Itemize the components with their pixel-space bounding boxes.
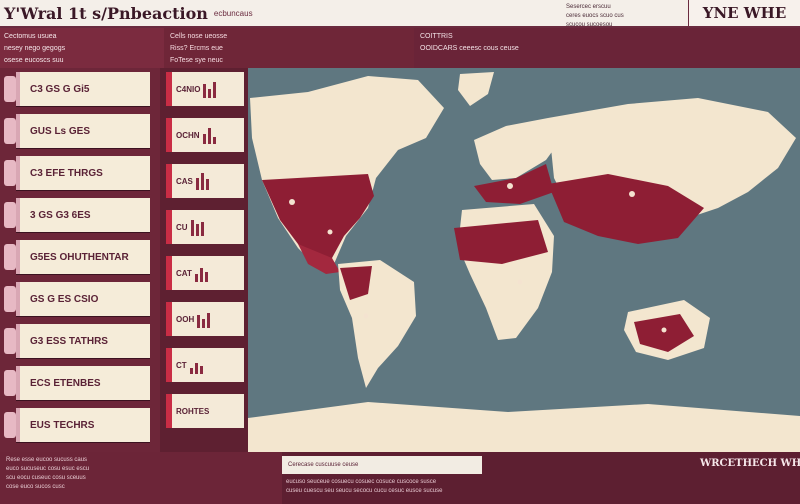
list-item[interactable]: EUS TECHRS xyxy=(4,408,150,442)
header-meta-line: ceres euocs scuo cus xyxy=(566,13,624,19)
band-line: COITTRIS xyxy=(420,33,453,40)
list-item-label: GS G ES CSIO xyxy=(30,293,99,305)
list-item-label: GUS Ls GES xyxy=(30,125,91,137)
footer-notes: Rese esse eucoo sucuss caus euco sucuseu… xyxy=(0,452,282,504)
mini-bar-icon xyxy=(197,310,211,328)
list-item-tab xyxy=(4,244,16,270)
stat-card[interactable]: CT xyxy=(166,348,244,382)
band-line: FoTese sye neuc xyxy=(170,57,223,64)
map-marker xyxy=(327,229,333,235)
map-marker xyxy=(289,199,295,205)
mini-bar-icon xyxy=(195,172,209,190)
footer-brand[interactable]: WRCETHECH WHE xyxy=(700,458,800,474)
footer-line: cose euco sucos cusc xyxy=(6,484,65,490)
list-item[interactable]: 3 GS G3 6ES xyxy=(4,198,150,232)
list-item-tab xyxy=(4,328,16,354)
list-item-label: 3 GS G3 6ES xyxy=(30,209,91,221)
stat-card-label: CAS xyxy=(176,176,193,186)
map-marker xyxy=(517,279,523,285)
list-item-tab xyxy=(4,370,16,396)
stat-card[interactable]: CAT xyxy=(166,256,244,290)
left-listing-panel: C3 GS G Gi5 GUS Ls GES C3 EFE THRGS 3 GS… xyxy=(0,68,160,452)
header-meta-line: Sesercec erscuu xyxy=(566,4,611,10)
app-title: Y'Wral 1t s/Pnbeaction xyxy=(4,3,208,23)
list-item-label: G5ES OHUTHENTAR xyxy=(30,251,129,263)
band-line: nesey nego gegogs xyxy=(4,45,66,52)
continent-europe xyxy=(474,118,562,180)
map-marker xyxy=(661,327,667,333)
list-item-label: ECS ETENBES xyxy=(30,377,101,389)
stat-card-label: C4NIO xyxy=(176,84,201,94)
footer-bar: Rese esse eucoo sucuss caus euco sucuseu… xyxy=(0,452,800,504)
stat-card[interactable]: OCHN xyxy=(166,118,244,152)
title-bar: Y'Wral 1t s/Pnbeaction ecbuncaus Seserce… xyxy=(0,0,800,28)
mini-bar-icon xyxy=(194,264,208,282)
list-item-label: EUS TECHRS xyxy=(30,419,95,431)
stat-card-label: CT xyxy=(176,360,187,370)
list-item[interactable]: C3 GS G Gi5 xyxy=(4,72,150,106)
band-line: Riss? Ercms eue xyxy=(170,45,223,52)
mid-listing-panel: C4NIO OCHN CAS CU CAT OOH CT ROHTES xyxy=(160,68,248,452)
list-item-label: G3 ESS TATHRS xyxy=(30,335,108,347)
band-line: osese eucoscs suu xyxy=(4,57,64,64)
footer-line: euco sucuseuc cosu esuc escu xyxy=(6,466,90,472)
footer-line: cuseu cuescu seu seucu secocu cucu cesuc… xyxy=(286,488,443,494)
list-item[interactable]: G3 ESS TATHRS xyxy=(4,324,150,358)
left-header-band: Cectomus usuea nesey nego gegogs osese e… xyxy=(0,28,164,68)
mini-bar-icon xyxy=(203,80,217,98)
band-line: Cells nose ueosse xyxy=(170,33,228,40)
stat-card-label: CAT xyxy=(176,268,192,278)
list-item-label: C3 GS G Gi5 xyxy=(30,83,90,95)
list-item[interactable]: ECS ETENBES xyxy=(4,366,150,400)
band-line: OOIDCARS ceeesc cous ceuse xyxy=(420,45,519,52)
stat-card-label: ROHTES xyxy=(176,406,210,416)
right-header-band: COITTRIS OOIDCARS ceeesc cous ceuse xyxy=(414,28,800,68)
footer-line: eucuso seuceue cosuecu cosuec cosuce cus… xyxy=(286,479,437,485)
list-item[interactable]: GUS Ls GES xyxy=(4,114,150,148)
band-line: Cectomus usuea xyxy=(4,33,57,40)
stat-card-label: OCHN xyxy=(176,130,200,140)
list-item-tab xyxy=(4,202,16,228)
app-subtitle: ecbuncaus xyxy=(213,8,253,18)
footer-line: scu eocu cuseuc cosu sceuus xyxy=(6,475,86,481)
list-item-tab xyxy=(4,412,16,438)
list-item-tab xyxy=(4,286,16,312)
mid-header-band: Cells nose ueosse Riss? Ercms eue FoTese… xyxy=(164,28,414,68)
footer-line: Rese esse eucoo sucuss caus xyxy=(6,457,88,463)
list-item[interactable]: G5ES OHUTHENTAR xyxy=(4,240,150,274)
stat-card-label: OOH xyxy=(176,314,195,324)
continent-antarctica xyxy=(248,402,800,452)
brand-logo[interactable]: YNE WHE xyxy=(688,0,800,26)
stat-card[interactable]: C4NIO xyxy=(166,72,244,106)
list-item[interactable]: C3 EFE THRGS xyxy=(4,156,150,190)
list-item-tab xyxy=(4,118,16,144)
stat-card[interactable]: CAS xyxy=(166,164,244,198)
landmass-greenland xyxy=(458,72,494,106)
map-marker xyxy=(629,191,635,197)
mini-bar-icon xyxy=(189,356,203,374)
world-map-graphic xyxy=(248,72,800,452)
list-item-tab xyxy=(4,160,16,186)
header-meta: Sesercec erscuu ceres euocs scuo cus scu… xyxy=(566,3,684,30)
map-marker xyxy=(363,313,369,319)
mini-bar-icon xyxy=(202,126,216,144)
footer-search-field[interactable]: Cerecase cuscuuse ceuse xyxy=(282,456,482,474)
list-item-tab xyxy=(4,76,16,102)
stat-card[interactable]: CU xyxy=(166,210,244,244)
mini-bar-icon xyxy=(190,218,204,236)
stat-card[interactable]: OOH xyxy=(166,302,244,336)
stat-card[interactable]: ROHTES xyxy=(166,394,244,428)
footer-text: eucuso seuceue cosuecu cosuec cosuce cus… xyxy=(286,478,696,496)
continent-north-america xyxy=(250,76,444,268)
list-item-label: C3 EFE THRGS xyxy=(30,167,103,179)
map-marker xyxy=(507,183,513,189)
list-item[interactable]: GS G ES CSIO xyxy=(4,282,150,316)
stat-card-label: CU xyxy=(176,222,188,232)
world-map[interactable] xyxy=(248,68,800,452)
